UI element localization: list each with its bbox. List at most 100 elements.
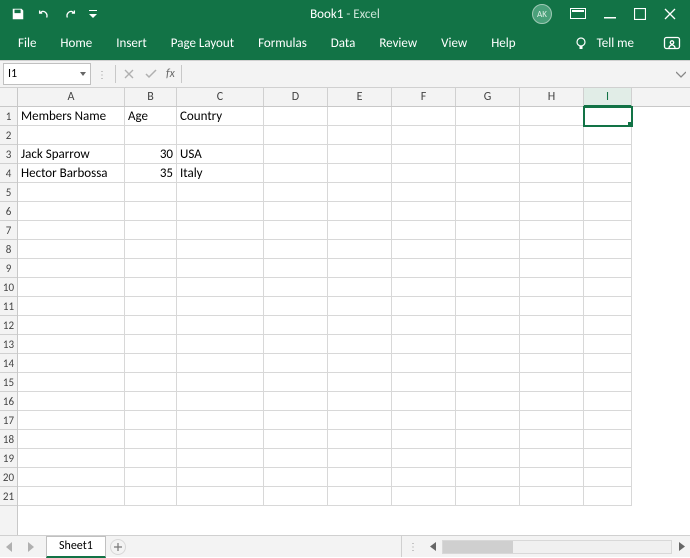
cell-H21[interactable]	[520, 487, 584, 506]
sheetbar-drag-handle[interactable]: ⋮	[402, 540, 424, 553]
tell-me[interactable]: Tell me	[595, 28, 646, 60]
cell-G13[interactable]	[456, 335, 520, 354]
cell-C12[interactable]	[177, 316, 264, 335]
cell-E20[interactable]	[328, 468, 392, 487]
cell-C8[interactable]	[177, 240, 264, 259]
cells-area[interactable]: Members NameAgeCountryJack Sparrow30USAH…	[18, 107, 690, 535]
cell-E2[interactable]	[328, 126, 392, 145]
row-header-10[interactable]: 10	[0, 278, 17, 297]
cell-D4[interactable]	[264, 164, 328, 183]
col-header-C[interactable]: C	[177, 88, 264, 106]
tab-formulas[interactable]: Formulas	[246, 28, 319, 60]
cell-F10[interactable]	[392, 278, 456, 297]
tab-file[interactable]: File	[6, 28, 48, 60]
cell-B17[interactable]	[125, 411, 177, 430]
cell-G21[interactable]	[456, 487, 520, 506]
row-header-3[interactable]: 3	[0, 145, 17, 164]
cell-I17[interactable]	[584, 411, 632, 430]
cell-H9[interactable]	[520, 259, 584, 278]
cell-C18[interactable]	[177, 430, 264, 449]
cell-A16[interactable]	[18, 392, 125, 411]
cell-E12[interactable]	[328, 316, 392, 335]
cell-G16[interactable]	[456, 392, 520, 411]
cell-C19[interactable]	[177, 449, 264, 468]
cell-A5[interactable]	[18, 183, 125, 202]
cell-A13[interactable]	[18, 335, 125, 354]
cell-E9[interactable]	[328, 259, 392, 278]
cell-C15[interactable]	[177, 373, 264, 392]
cell-D9[interactable]	[264, 259, 328, 278]
cell-I12[interactable]	[584, 316, 632, 335]
row-header-1[interactable]: 1	[0, 107, 17, 126]
cell-G9[interactable]	[456, 259, 520, 278]
cell-H13[interactable]	[520, 335, 584, 354]
cell-D7[interactable]	[264, 221, 328, 240]
cell-B6[interactable]	[125, 202, 177, 221]
cell-I6[interactable]	[584, 202, 632, 221]
lightbulb-icon[interactable]	[573, 36, 589, 52]
cell-G12[interactable]	[456, 316, 520, 335]
cell-F16[interactable]	[392, 392, 456, 411]
cell-E8[interactable]	[328, 240, 392, 259]
cell-C7[interactable]	[177, 221, 264, 240]
cell-F21[interactable]	[392, 487, 456, 506]
row-header-18[interactable]: 18	[0, 430, 17, 449]
cell-F9[interactable]	[392, 259, 456, 278]
cell-H11[interactable]	[520, 297, 584, 316]
row-header-5[interactable]: 5	[0, 183, 17, 202]
cell-E1[interactable]	[328, 107, 392, 126]
cell-D20[interactable]	[264, 468, 328, 487]
cell-C11[interactable]	[177, 297, 264, 316]
hscroll-right-icon[interactable]	[672, 542, 690, 551]
cell-A15[interactable]	[18, 373, 125, 392]
cell-F12[interactable]	[392, 316, 456, 335]
tab-view[interactable]: View	[429, 28, 479, 60]
cell-G6[interactable]	[456, 202, 520, 221]
cell-E17[interactable]	[328, 411, 392, 430]
cell-H1[interactable]	[520, 107, 584, 126]
cell-D13[interactable]	[264, 335, 328, 354]
cell-F5[interactable]	[392, 183, 456, 202]
cell-H5[interactable]	[520, 183, 584, 202]
cell-C10[interactable]	[177, 278, 264, 297]
minimize-icon[interactable]	[604, 8, 616, 20]
cell-A20[interactable]	[18, 468, 125, 487]
cell-A14[interactable]	[18, 354, 125, 373]
cell-A6[interactable]	[18, 202, 125, 221]
row-header-15[interactable]: 15	[0, 373, 17, 392]
cell-B10[interactable]	[125, 278, 177, 297]
cell-I2[interactable]	[584, 126, 632, 145]
cell-F2[interactable]	[392, 126, 456, 145]
row-header-11[interactable]: 11	[0, 297, 17, 316]
cell-I19[interactable]	[584, 449, 632, 468]
cell-E7[interactable]	[328, 221, 392, 240]
sheet-tab-active[interactable]: Sheet1	[46, 536, 106, 558]
cell-G8[interactable]	[456, 240, 520, 259]
cell-I11[interactable]	[584, 297, 632, 316]
cell-G20[interactable]	[456, 468, 520, 487]
cell-B21[interactable]	[125, 487, 177, 506]
cell-E5[interactable]	[328, 183, 392, 202]
row-header-20[interactable]: 20	[0, 468, 17, 487]
cell-E4[interactable]	[328, 164, 392, 183]
ribbon-display-icon[interactable]	[570, 8, 586, 20]
cell-A3[interactable]: Jack Sparrow	[18, 145, 125, 164]
cell-F8[interactable]	[392, 240, 456, 259]
col-header-D[interactable]: D	[264, 88, 328, 106]
cell-G19[interactable]	[456, 449, 520, 468]
cell-E18[interactable]	[328, 430, 392, 449]
cell-C13[interactable]	[177, 335, 264, 354]
cancel-formula-icon[interactable]	[118, 69, 140, 79]
cell-A18[interactable]	[18, 430, 125, 449]
cell-D21[interactable]	[264, 487, 328, 506]
cell-I21[interactable]	[584, 487, 632, 506]
row-header-19[interactable]: 19	[0, 449, 17, 468]
cell-H6[interactable]	[520, 202, 584, 221]
row-header-7[interactable]: 7	[0, 221, 17, 240]
cell-D2[interactable]	[264, 126, 328, 145]
col-header-G[interactable]: G	[456, 88, 520, 106]
row-header-9[interactable]: 9	[0, 259, 17, 278]
cell-E21[interactable]	[328, 487, 392, 506]
tab-help[interactable]: Help	[479, 28, 527, 60]
tab-data[interactable]: Data	[319, 28, 368, 60]
